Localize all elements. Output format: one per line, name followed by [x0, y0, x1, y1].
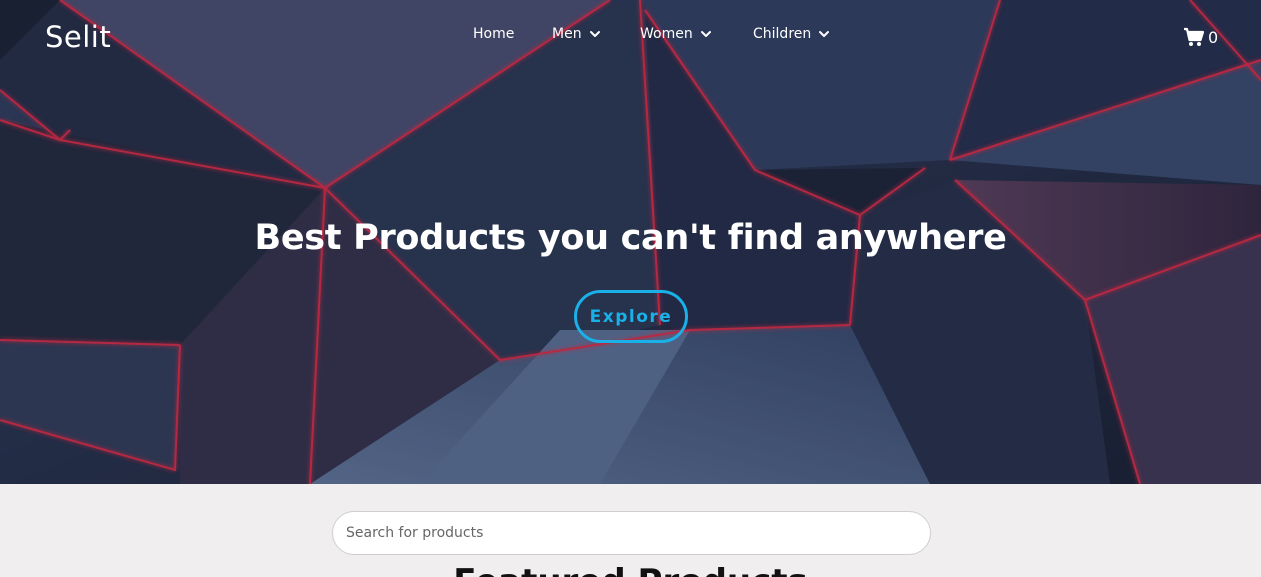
hero-section: Selit Home Men Women Children 0 Best Pro… [0, 0, 1261, 484]
nav-item-home[interactable]: Home [473, 26, 514, 42]
nav-item-label: Men [552, 26, 582, 42]
chevron-down-icon [819, 31, 830, 37]
nav-item-label: Children [753, 26, 812, 42]
cart-count: 0 [1208, 27, 1219, 47]
cart-icon [1184, 27, 1205, 46]
cart-button[interactable]: 0 [1183, 27, 1218, 47]
nav-item-children[interactable]: Children [753, 26, 830, 42]
chevron-down-icon [589, 31, 600, 37]
nav-item-women[interactable]: Women [640, 26, 712, 42]
search-bar [332, 511, 931, 555]
brand-logo[interactable]: Selit [45, 20, 111, 54]
section-title: Featured Products [0, 562, 1261, 577]
explore-button[interactable]: Explore [574, 290, 688, 343]
nav-item-label: Women [640, 26, 693, 42]
nav-item-men[interactable]: Men [552, 26, 601, 42]
nav-item-label: Home [473, 26, 515, 42]
chevron-down-icon [700, 31, 711, 37]
top-navbar: Selit Home Men Women Children 0 [0, 0, 1261, 72]
hero-headline: Best Products you can't find anywhere [254, 218, 1007, 258]
search-input[interactable] [332, 511, 931, 555]
